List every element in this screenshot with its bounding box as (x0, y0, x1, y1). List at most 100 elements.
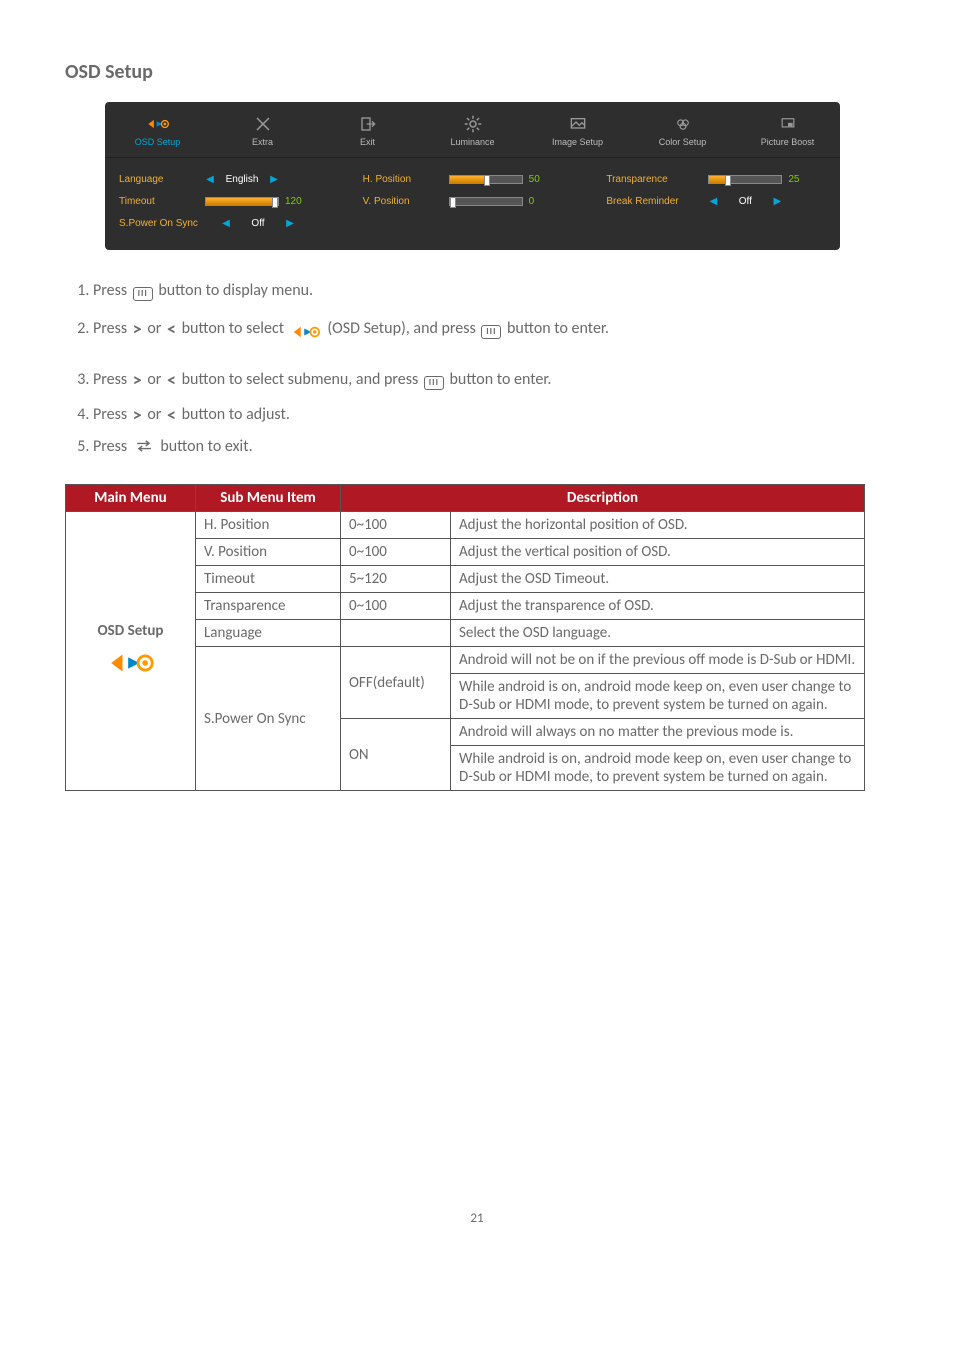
td-desc: Adjust the OSD Timeout. (451, 566, 865, 593)
osd-tab-osd-setup[interactable]: OSD Setup (105, 102, 210, 157)
sun-icon (462, 113, 484, 135)
td-desc: While android is on, android mode keep o… (451, 746, 865, 791)
osd-label: Language (119, 174, 199, 185)
td-desc: Adjust the vertical position of OSD. (451, 539, 865, 566)
right-arrow-icon[interactable]: ▶ (269, 174, 279, 185)
td-desc: Android will not be on if the previous o… (451, 647, 865, 674)
step-text: Press (93, 405, 131, 424)
step-text: button to adjust. (182, 405, 290, 424)
osd-setup-icon (147, 113, 169, 135)
step-text: button to enter. (450, 370, 552, 389)
instructions-list: Press III button to display menu. Press … (75, 276, 889, 462)
osd-setup-icon (107, 646, 155, 680)
page-number: 21 (65, 1211, 889, 1226)
osd-row-hpos: H. Position 50 (363, 168, 583, 190)
osd-slider[interactable] (449, 197, 523, 206)
step-text: button to display menu. (158, 281, 313, 300)
left-arrow-icon[interactable]: ◀ (221, 218, 231, 229)
osd-tab-image-setup[interactable]: Image Setup (525, 102, 630, 157)
step-text: button to select (182, 319, 288, 338)
step-text: (OSD Setup), and press (327, 319, 479, 338)
osd-tab-label: Image Setup (552, 137, 603, 147)
osd-row-break-reminder: Break Reminder ◀ Off ▶ (606, 190, 826, 212)
td-range: 5~120 (341, 566, 451, 593)
osd-screenshot: OSD Setup Extra Exit Luminance Image Set… (105, 102, 840, 250)
right-chevron-icon: > (133, 398, 142, 432)
td-range (341, 620, 451, 647)
step-1: Press III button to display menu. (93, 276, 889, 306)
td-sub: Transparence (196, 593, 341, 620)
step-text: button to select submenu, and press (182, 370, 422, 389)
step-text: or (147, 319, 165, 338)
osd-label: Transparence (606, 174, 702, 185)
step-5: Press button to exit. (93, 432, 889, 462)
osd-slider[interactable] (449, 175, 523, 184)
osd-value: 0 (529, 196, 553, 207)
td-range: ON (341, 719, 451, 791)
td-desc: Android will always on no matter the pre… (451, 719, 865, 746)
osd-tab-bar: OSD Setup Extra Exit Luminance Image Set… (105, 102, 840, 158)
osd-row-timeout: Timeout 120 (119, 190, 339, 212)
td-sub: S.Power On Sync (196, 647, 341, 791)
osd-value: Off (724, 196, 766, 207)
step-text: Press (93, 370, 131, 389)
osd-tab-label: Luminance (450, 137, 494, 147)
osd-value: 120 (285, 196, 309, 207)
th-main-menu: Main Menu (66, 485, 196, 512)
menu-button-icon: III (481, 325, 501, 339)
osd-tab-picture-boost[interactable]: Picture Boost (735, 102, 840, 157)
step-4: Press > or < button to adjust. (93, 398, 889, 432)
osd-value: Off (237, 218, 279, 229)
td-main-menu: OSD Setup (66, 512, 196, 791)
tools-icon (252, 113, 274, 135)
swap-icon (133, 439, 155, 453)
description-table: Main Menu Sub Menu Item Description OSD … (65, 484, 865, 791)
left-arrow-icon[interactable]: ◀ (205, 174, 215, 185)
image-icon (567, 113, 589, 135)
step-text: button to enter. (507, 319, 609, 338)
osd-label: Break Reminder (606, 196, 702, 207)
osd-label: V. Position (363, 196, 443, 207)
osd-row-vpos: V. Position 0 (363, 190, 583, 212)
left-arrow-icon[interactable]: ◀ (708, 196, 718, 207)
step-text: button to exit. (160, 437, 252, 456)
th-description: Description (341, 485, 865, 512)
osd-tab-exit[interactable]: Exit (315, 102, 420, 157)
osd-setup-icon (292, 321, 320, 349)
right-arrow-icon[interactable]: ▶ (285, 218, 295, 229)
osd-tab-label: Picture Boost (761, 137, 815, 147)
step-text: or (147, 405, 165, 424)
osd-tab-color-setup[interactable]: Color Setup (630, 102, 735, 157)
td-desc: Select the OSD language. (451, 620, 865, 647)
td-sub: V. Position (196, 539, 341, 566)
osd-label: Timeout (119, 196, 199, 207)
frame-icon (777, 113, 799, 135)
osd-tab-luminance[interactable]: Luminance (420, 102, 525, 157)
osd-slider[interactable] (205, 197, 279, 206)
td-sub: Language (196, 620, 341, 647)
menu-button-icon: III (424, 376, 444, 390)
step-3: Press > or < button to select submenu, a… (93, 363, 889, 397)
osd-tab-extra[interactable]: Extra (210, 102, 315, 157)
osd-label: S.Power On Sync (119, 218, 215, 229)
osd-tab-label: Extra (252, 137, 273, 147)
osd-tab-label: OSD Setup (135, 137, 181, 147)
td-desc: Adjust the transparence of OSD. (451, 593, 865, 620)
page-title: OSD Setup (65, 60, 889, 84)
td-range: 0~100 (341, 539, 451, 566)
osd-row-language: Language ◀ English ▶ (119, 168, 339, 190)
main-menu-label: OSD Setup (98, 622, 164, 640)
td-range: 0~100 (341, 593, 451, 620)
right-chevron-icon: > (133, 363, 142, 397)
left-chevron-icon: < (167, 363, 176, 397)
left-chevron-icon: < (167, 398, 176, 432)
osd-body: Language ◀ English ▶ Timeout 120 S.Power… (105, 158, 840, 236)
osd-slider[interactable] (708, 175, 782, 184)
right-chevron-icon: > (133, 312, 142, 346)
osd-value: English (221, 174, 263, 185)
left-chevron-icon: < (167, 312, 176, 346)
right-arrow-icon[interactable]: ▶ (772, 196, 782, 207)
step-text: Press (93, 319, 131, 338)
exit-icon (357, 113, 379, 135)
osd-row-spower: S.Power On Sync ◀ Off ▶ (119, 212, 339, 234)
